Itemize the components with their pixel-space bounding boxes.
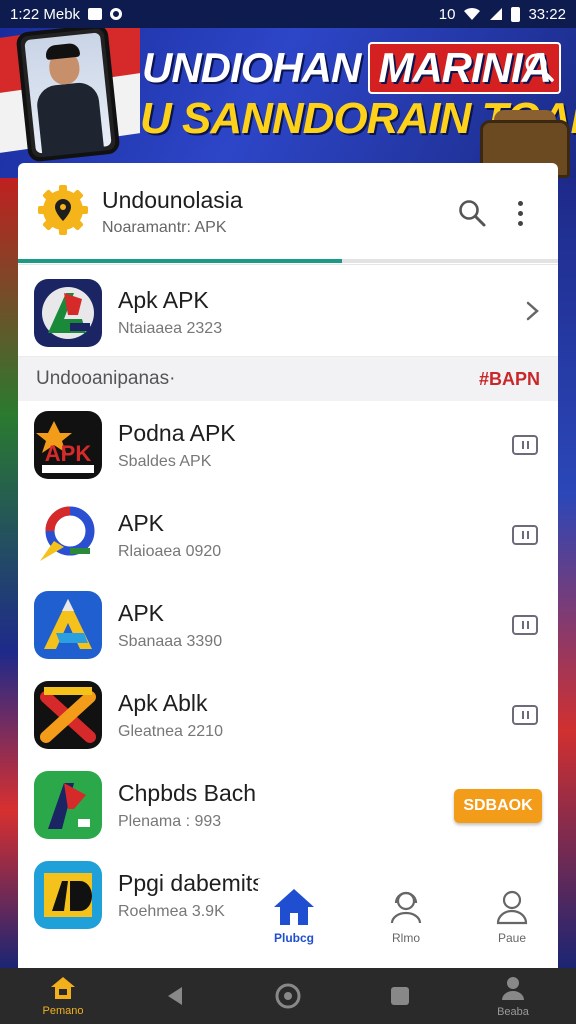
app-icon	[34, 861, 102, 929]
app-meta: Sbanaaa 3390	[118, 633, 223, 650]
progress-fill	[18, 259, 342, 263]
featured-app-name: Apk APK	[118, 287, 209, 313]
app-meta: Sbaldes APK	[118, 453, 212, 470]
list-item[interactable]: APK Podna APK Sbaldes APK	[18, 401, 558, 491]
search-icon[interactable]	[456, 197, 488, 229]
person-icon	[502, 977, 524, 1000]
app-icon	[34, 501, 102, 569]
tab-home[interactable]: Plubcg	[254, 887, 334, 959]
tab-profile[interactable]: Paue	[472, 887, 552, 959]
card-tab-bar: Plubcg Rlmo Paue	[258, 879, 558, 959]
battery-icon	[511, 6, 521, 22]
home-icon	[51, 977, 75, 999]
app-name: Podna APK	[118, 420, 236, 446]
phone-image	[15, 28, 121, 163]
nav-home[interactable]: Pemano	[18, 968, 108, 1024]
banner-line1: UNDIOHAN	[142, 44, 361, 91]
app-meta: Rlaioaea 0920	[118, 543, 222, 560]
bottom-navigation: Pemano Beaba	[0, 968, 576, 1024]
featured-app-icon	[34, 279, 102, 347]
right-background-decoration	[558, 178, 576, 968]
more-options-icon[interactable]	[508, 197, 532, 229]
section-title: Undooanipanas·	[36, 368, 176, 389]
left-background-decoration	[0, 178, 18, 968]
app-name: Ppgi dabemits	[118, 870, 264, 896]
promo-banner[interactable]: UNDIOHAN MARINIA U SANNDORAIN TOAK.	[0, 28, 576, 178]
app-icon-label: APK	[45, 441, 92, 466]
list-item[interactable]: Chpbds Bach Plenama : 993 SDBAOK	[18, 761, 558, 851]
app-icon: APK	[34, 411, 102, 479]
app-icon	[34, 771, 102, 839]
app-meta: Plenama : 993	[118, 813, 222, 830]
status-time: 1:22 Mebk	[10, 5, 81, 23]
wifi-icon	[464, 7, 481, 20]
tab-support[interactable]: Rlmo	[366, 887, 446, 959]
cell-signal-icon	[490, 8, 503, 20]
nav-recents[interactable]	[355, 968, 445, 1024]
tab-home-label: Plubcg	[273, 931, 314, 945]
status-clock: 33:22	[528, 5, 566, 23]
app-name: Apk Ablk	[118, 690, 208, 716]
nav-home-circle[interactable]	[243, 968, 333, 1024]
person-icon	[496, 890, 528, 925]
app-icon	[34, 591, 102, 659]
list-item[interactable]: APK Rlaioaea 0920	[18, 491, 558, 581]
app-icon	[34, 681, 102, 749]
featured-app-meta: Ntaiaaea 2323	[118, 320, 223, 337]
app-title: Undounolasia	[102, 187, 243, 213]
section-tag[interactable]: #BAPN	[479, 369, 540, 390]
app-meta: Roehmea 3.9K	[118, 903, 225, 920]
section-header: Undooanipanas· #BAPN	[18, 357, 558, 401]
nav-back[interactable]	[130, 968, 220, 1024]
app-name: Chpbds Bach	[118, 780, 257, 806]
banner-headline: UNDIOHAN MARINIA	[142, 42, 561, 94]
chevron-right-icon[interactable]	[522, 299, 542, 323]
app-name: APK	[118, 510, 165, 536]
back-icon	[168, 987, 182, 1005]
app-header: Undounolasia Noaramantr: APK	[18, 163, 558, 265]
home-circle-icon	[275, 983, 301, 1009]
gear-pin-logo-icon	[38, 185, 88, 235]
list-item[interactable]: APK Sbanaaa 3390	[18, 581, 558, 671]
home-icon	[274, 889, 314, 925]
search-icon[interactable]	[522, 50, 556, 84]
list-item[interactable]: Apk Ablk Gleatnea 2210	[18, 671, 558, 761]
featured-app-row[interactable]: Apk APK Ntaiaaea 2323	[18, 265, 558, 357]
nav-profile[interactable]: Beaba	[468, 968, 558, 1024]
download-icon[interactable]	[512, 435, 538, 455]
app-subtitle: Noaramantr: APK	[102, 219, 227, 236]
status-bar: 1:22 Mebk 10 33:22	[0, 0, 576, 28]
download-icon[interactable]	[512, 615, 538, 635]
loading-progress-bar	[18, 259, 558, 263]
notification-icon	[110, 8, 123, 20]
nav-profile-label: Beaba	[497, 1006, 529, 1018]
download-icon[interactable]	[512, 705, 538, 725]
app-name: APK	[118, 600, 165, 626]
recents-icon	[391, 987, 409, 1005]
install-button[interactable]: SDBAOK	[454, 789, 542, 823]
support-icon	[390, 891, 422, 924]
signal-label: 10	[438, 5, 456, 23]
download-icon[interactable]	[512, 525, 538, 545]
gallery-icon	[88, 8, 103, 20]
nav-home-label: Pemano	[42, 1005, 84, 1017]
app-card: Undounolasia Noaramantr: APK Apk APK Nta…	[18, 163, 558, 968]
tab-support-label: Rlmo	[391, 931, 420, 945]
app-meta: Gleatnea 2210	[118, 723, 223, 740]
tab-profile-label: Paue	[497, 931, 527, 945]
